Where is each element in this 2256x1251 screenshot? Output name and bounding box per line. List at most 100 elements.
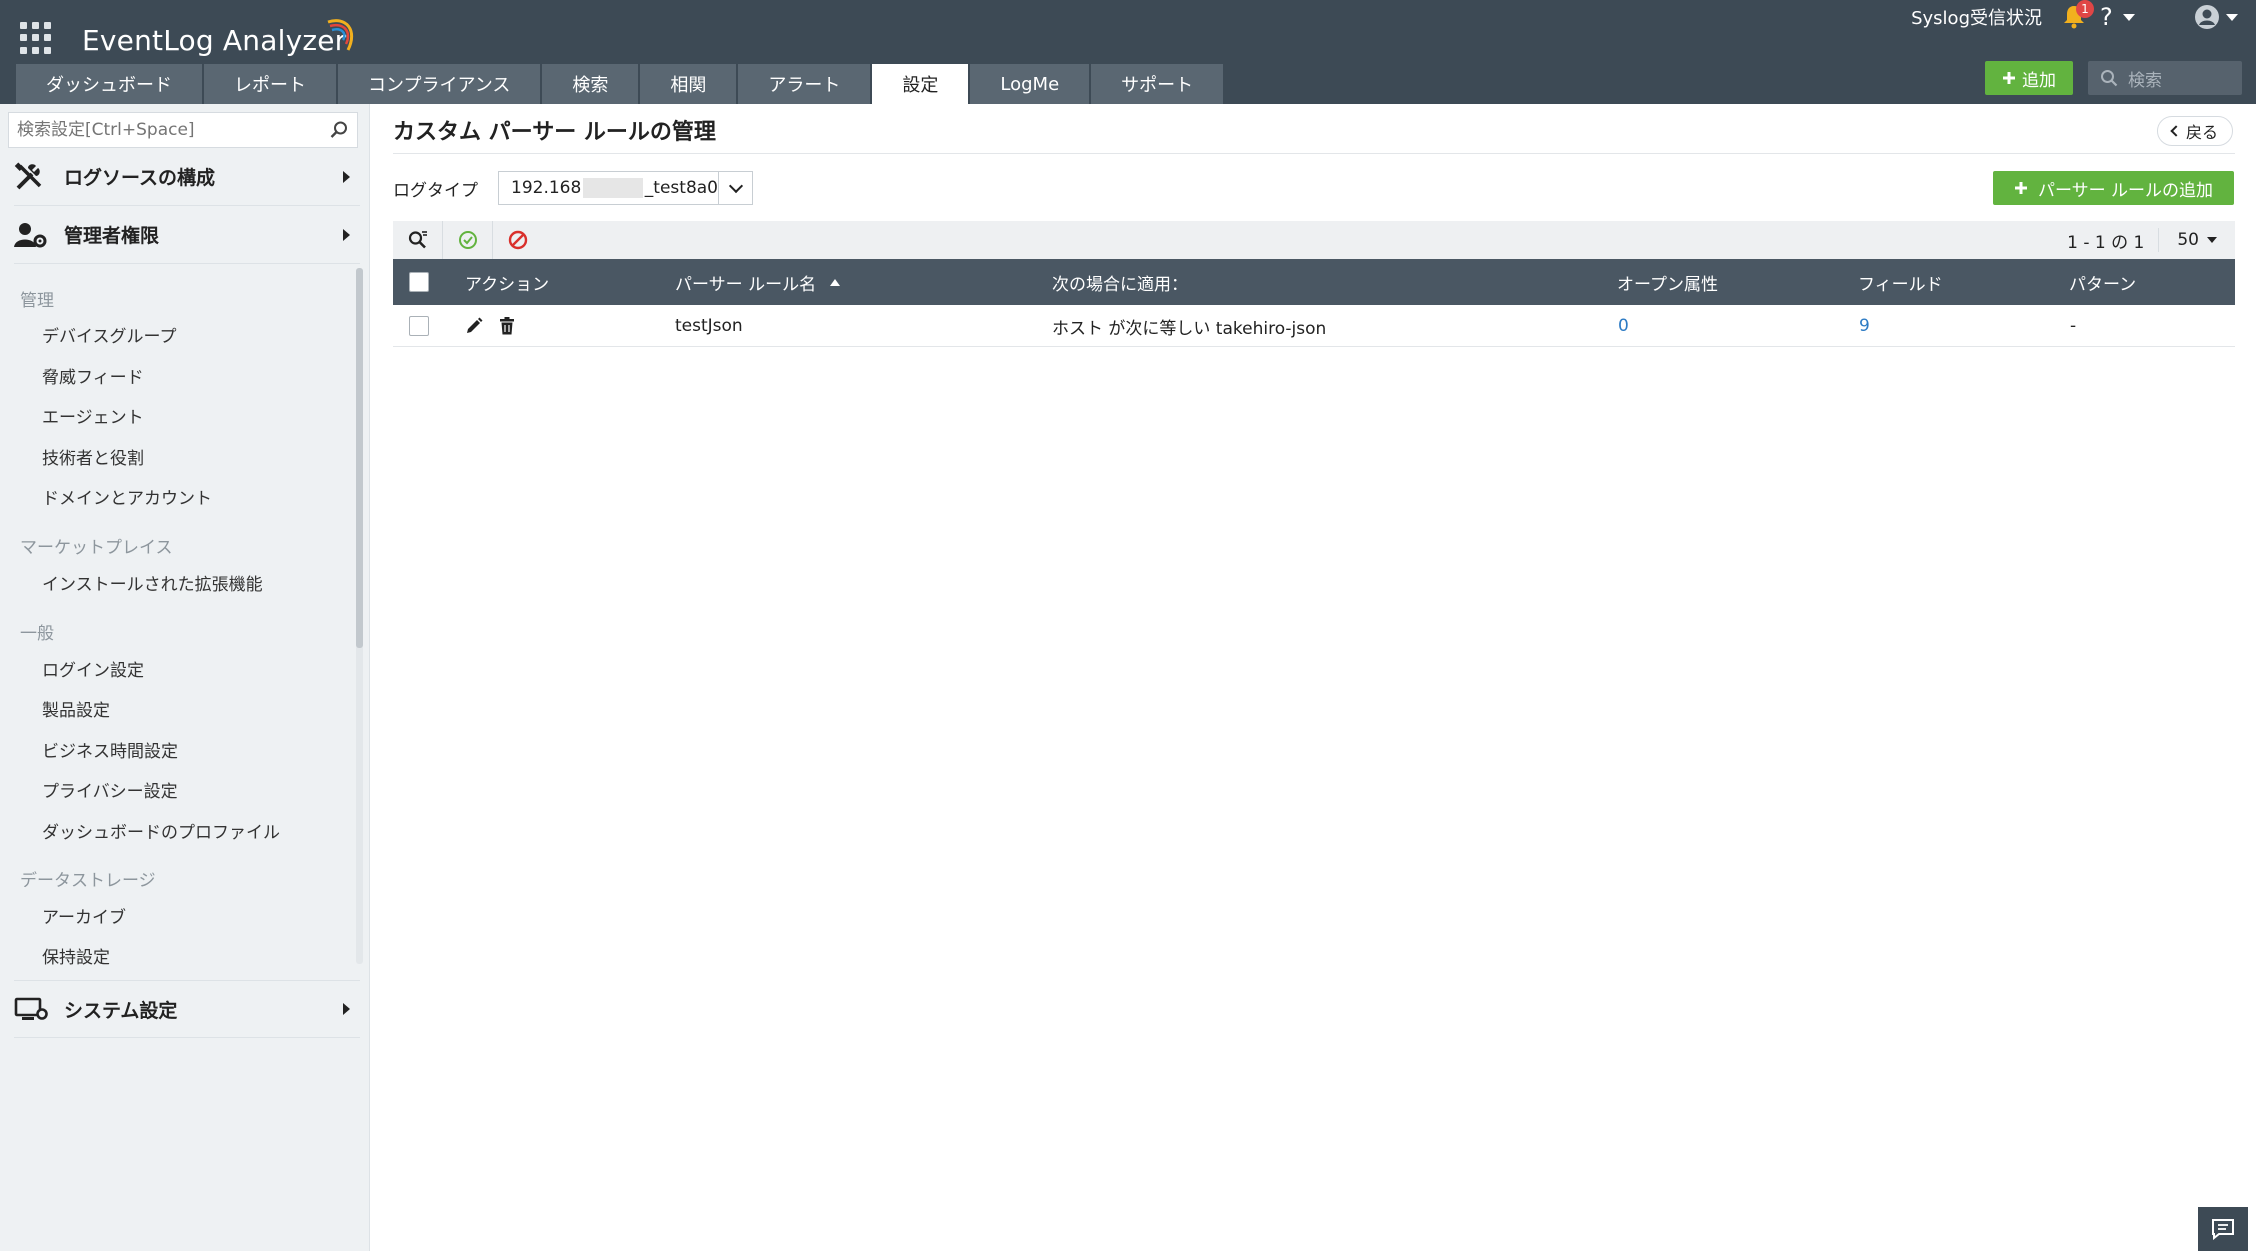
disable-button[interactable]	[493, 221, 543, 259]
checkbox[interactable]	[409, 316, 429, 336]
sidebar-section-label: ログソースの構成	[64, 167, 216, 189]
app-grid-icon[interactable]	[20, 22, 52, 54]
global-search-placeholder: 検索	[2128, 70, 2162, 91]
global-search-field[interactable]: 検索	[2088, 61, 2242, 95]
column-header-rule-name[interactable]: パーサー ルール名	[675, 259, 841, 305]
sidebar-scrollbar[interactable]	[356, 268, 363, 648]
header-add-label: 追加	[2022, 70, 2056, 91]
column-header-pattern: パターン	[2069, 274, 2137, 295]
add-parser-rule-button[interactable]: パーサー ルールの追加	[1993, 171, 2234, 205]
sidebar-item-agents[interactable]: エージェント	[42, 403, 144, 428]
logtype-value-prefix: 192.168	[511, 178, 582, 198]
user-menu[interactable]	[2194, 2, 2242, 32]
sidebar-item-business-hours[interactable]: ビジネス時間設定	[42, 737, 178, 762]
row-select-checkbox[interactable]	[409, 305, 429, 347]
disable-icon	[508, 230, 528, 250]
search-icon[interactable]	[329, 120, 349, 140]
logtype-label: ログタイプ	[393, 181, 478, 201]
sidebar-section-label: システム設定	[64, 999, 178, 1022]
sidebar-item-domains[interactable]: ドメインとアカウント	[42, 484, 212, 509]
dropdown-toggle[interactable]	[718, 172, 752, 204]
column-header-label: パーサー ルール名	[675, 274, 817, 295]
settings-sidebar: ログソースの構成 管理者権限 管理 デバイスグループ 脅威フィード エージェント…	[0, 104, 370, 1251]
user-avatar-icon	[2195, 5, 2219, 29]
brand-swoosh-icon	[327, 19, 354, 51]
select-all-checkbox[interactable]	[409, 259, 429, 305]
tools-icon	[14, 161, 50, 192]
sidebar-item-privacy[interactable]: プライバシー設定	[42, 777, 178, 802]
monitor-gear-icon	[14, 994, 50, 1024]
back-button[interactable]: 戻る	[2157, 116, 2233, 146]
column-header-action: アクション	[465, 274, 550, 295]
user-gear-icon	[14, 220, 50, 250]
checkbox[interactable]	[409, 272, 429, 292]
sidebar-section-system[interactable]: システム設定	[14, 980, 360, 1038]
cell-pattern: -	[2070, 316, 2077, 336]
edit-pencil-icon[interactable]	[465, 317, 483, 335]
enable-button[interactable]	[443, 221, 493, 259]
page-size-value: 50	[2177, 230, 2199, 250]
tab-logme[interactable]: LogMe	[970, 64, 1092, 104]
sidebar-item-archive[interactable]: アーカイブ	[42, 903, 126, 928]
sidebar-group-manage: 管理	[20, 291, 54, 311]
column-header-applies-when: 次の場合に適用：	[1052, 274, 1188, 295]
tab-support[interactable]: サポート	[1091, 64, 1226, 104]
sidebar-section-admin[interactable]: 管理者権限	[14, 206, 360, 264]
page-title: カスタム パーサー ルールの管理	[393, 120, 716, 145]
sidebar-section-label: 管理者権限	[64, 225, 160, 247]
notification-badge: 1	[2076, 0, 2094, 18]
main-nav-tabs: ダッシュボード レポート コンプライアンス 検索 相関 アラート 設定 LogM…	[16, 64, 1226, 104]
sidebar-group-storage: データストレージ	[20, 871, 156, 891]
page-size-select[interactable]: 50	[2159, 230, 2235, 250]
back-label: 戻る	[2185, 123, 2218, 142]
chevron-left-icon	[2170, 125, 2182, 137]
tab-settings[interactable]: 設定	[872, 64, 971, 104]
help-menu[interactable]: ?	[2100, 2, 2146, 32]
chat-icon	[2212, 1219, 2234, 1240]
tab-dashboard[interactable]: ダッシュボード	[16, 64, 204, 104]
plus-icon	[2003, 72, 2015, 84]
settings-search-field[interactable]	[8, 112, 358, 148]
feedback-button[interactable]	[2198, 1207, 2248, 1251]
sort-ascending-icon	[830, 278, 841, 286]
filter-search-button[interactable]	[393, 221, 443, 259]
top-bar: EventLog Analyzer Syslog受信状況 1 ? ダッシュボード…	[0, 0, 2256, 104]
tab-correlation[interactable]: 相関	[640, 64, 739, 104]
settings-search-input[interactable]	[17, 120, 329, 140]
logtype-select[interactable]: 192.168 _test8a0	[498, 171, 753, 205]
tab-alerts[interactable]: アラート	[738, 64, 873, 104]
sidebar-item-dashboard-profile[interactable]: ダッシュボードのプロファイル	[42, 818, 280, 843]
sidebar-item-login[interactable]: ログイン設定	[42, 656, 144, 681]
chevron-down-icon	[2122, 13, 2135, 21]
sidebar-item-threat-feeds[interactable]: 脅威フィード	[42, 363, 144, 388]
cell-applies-when: ホスト が次に等しい takehiro-json	[1052, 318, 1327, 339]
cell-open-attributes-link[interactable]: 0	[1618, 305, 1629, 347]
brand-logo[interactable]: EventLog Analyzer	[82, 18, 354, 62]
search-icon	[2101, 70, 2118, 87]
column-header-open-attributes: オープン属性	[1617, 274, 1718, 295]
sidebar-group-general: 一般	[20, 624, 54, 644]
cell-fields-link[interactable]: 9	[1859, 305, 1870, 347]
sidebar-item-device-groups[interactable]: デバイスグループ	[42, 322, 176, 347]
tab-compliance[interactable]: コンプライアンス	[338, 64, 543, 104]
search-filter-icon	[408, 231, 427, 249]
logtype-value-suffix: _test8a0	[644, 178, 718, 198]
trash-icon[interactable]	[499, 317, 515, 335]
header-add-button[interactable]: 追加	[1985, 61, 2073, 95]
sidebar-item-retention[interactable]: 保持設定	[42, 943, 110, 968]
brand-name: EventLog Analyzer	[82, 23, 347, 57]
tab-reports[interactable]: レポート	[204, 64, 338, 104]
pagination-range: 1 - 1 の 1	[2053, 228, 2160, 253]
pagination: 1 - 1 の 1 50	[2053, 221, 2235, 259]
syslog-status-link[interactable]: Syslog受信状況	[1911, 4, 2042, 30]
chevron-right-icon	[343, 228, 350, 241]
sidebar-item-product[interactable]: 製品設定	[42, 696, 110, 721]
sidebar-item-extensions[interactable]: インストールされた拡張機能	[42, 570, 263, 595]
chevron-right-icon	[343, 170, 350, 183]
logtype-value: 192.168 _test8a0	[499, 178, 718, 198]
cell-rule-name: testJson	[675, 316, 743, 336]
chevron-down-icon	[2207, 237, 2217, 243]
sidebar-item-technicians[interactable]: 技術者と役割	[42, 444, 144, 469]
sidebar-section-log-sources[interactable]: ログソースの構成	[14, 148, 360, 206]
tab-search[interactable]: 検索	[542, 64, 641, 104]
